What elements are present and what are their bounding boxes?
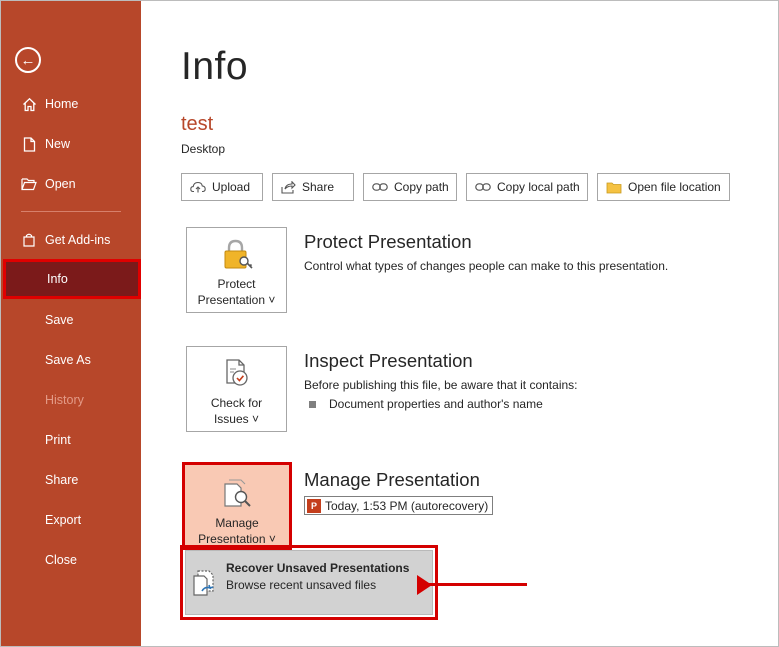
backstage-window: ← Home New Open Get Add-ins Info Save Sa… [0,0,779,647]
manage-section-title: Manage Presentation [304,469,480,490]
sidebar-item-new[interactable]: New [1,125,141,163]
store-icon [19,233,39,247]
sidebar-item-label: Print [45,433,71,447]
page-title: Info [181,45,249,88]
file-location: Desktop [181,142,226,156]
sidebar-item-info[interactable]: Info [3,259,141,299]
share-label: Share [302,180,335,194]
sidebar-item-home[interactable]: Home [1,85,141,123]
copy-path-label: Copy path [394,180,449,194]
open-file-location-button[interactable]: Open file location [597,173,730,201]
sidebar-item-label: Save [45,313,74,327]
lock-key-icon [220,238,254,272]
inspect-tile-line1: Check for [210,396,263,410]
sidebar-item-label: Close [45,553,77,567]
share-button[interactable]: Share [272,173,354,201]
inspect-section-description: Before publishing this file, be aware th… [304,378,578,392]
inspect-document-icon [221,357,253,391]
protect-section-description: Control what types of changes people can… [304,259,669,273]
sidebar-item-open[interactable]: Open [1,165,141,203]
sidebar-item-label: New [45,137,71,151]
sidebar-item-save[interactable]: Save [1,301,141,339]
copy-local-path-button[interactable]: Copy local path [466,173,588,201]
sidebar-divider [21,211,121,212]
powerpoint-file-icon: P [307,498,321,513]
sidebar-item-label: Save As [45,353,91,367]
back-button[interactable]: ← [15,47,41,73]
sidebar-item-save-as[interactable]: Save As [1,341,141,379]
inspect-bullet-item: Document properties and author's name [309,397,543,411]
sidebar-item-label: Get Add-ins [45,233,111,247]
sidebar-item-export[interactable]: Export [1,501,141,539]
recover-menu-highlight-box [180,545,438,620]
manage-highlight-box [182,462,292,550]
sidebar-item-label: Share [45,473,79,487]
sidebar-item-label: Open [45,177,76,191]
sidebar-item-label: History [45,393,84,407]
sidebar-item-label: Home [45,97,79,111]
sidebar-item-label: Export [45,513,82,527]
sidebar-item-close[interactable]: Close [1,541,141,579]
backstage-sidebar: ← Home New Open Get Add-ins Info Save Sa… [1,1,141,646]
upload-button[interactable]: Upload [181,173,263,201]
protect-section-title: Protect Presentation [304,231,472,252]
sidebar-item-history: History [1,381,141,419]
folder-icon [606,181,622,194]
sidebar-item-share[interactable]: Share [1,461,141,499]
copy-path-button[interactable]: Copy path [363,173,457,201]
inspect-section-title: Inspect Presentation [304,350,473,371]
sidebar-item-print[interactable]: Print [1,421,141,459]
link-icon [372,182,388,192]
new-document-icon [19,136,39,152]
autorecovery-version-link[interactable]: P Today, 1:53 PM (autorecovery) [304,496,494,515]
cloud-upload-icon [190,181,206,193]
protect-presentation-button[interactable]: Protect Presentation ˅ [186,227,287,313]
sidebar-item-label: Info [47,272,68,286]
share-icon [281,180,296,194]
home-icon [19,97,39,112]
autorecovery-version-label: Today, 1:53 PM (autorecovery) [325,498,489,513]
annotation-arrow-line [429,583,527,586]
sidebar-item-get-add-ins[interactable]: Get Add-ins [1,221,141,259]
link-icon [475,182,491,192]
protect-tile-label: Protect Presentation ˅ [198,276,276,308]
folder-open-icon [19,177,39,191]
inspect-tile-line2: Issues ˅ [213,412,259,426]
copy-local-path-label: Copy local path [497,180,580,194]
protect-tile-line2: Presentation ˅ [197,293,276,307]
file-name: test [181,113,214,135]
inspect-bullet-text: Document properties and author's name [329,397,543,411]
bullet-icon [309,400,316,408]
upload-label: Upload [212,180,251,194]
inspect-tile-label: Check for Issues ˅ [211,395,262,427]
back-arrow-icon: ← [20,51,36,69]
open-file-location-label: Open file location [628,180,721,194]
protect-tile-line1: Protect [217,277,256,291]
check-for-issues-button[interactable]: Check for Issues ˅ [186,346,287,432]
